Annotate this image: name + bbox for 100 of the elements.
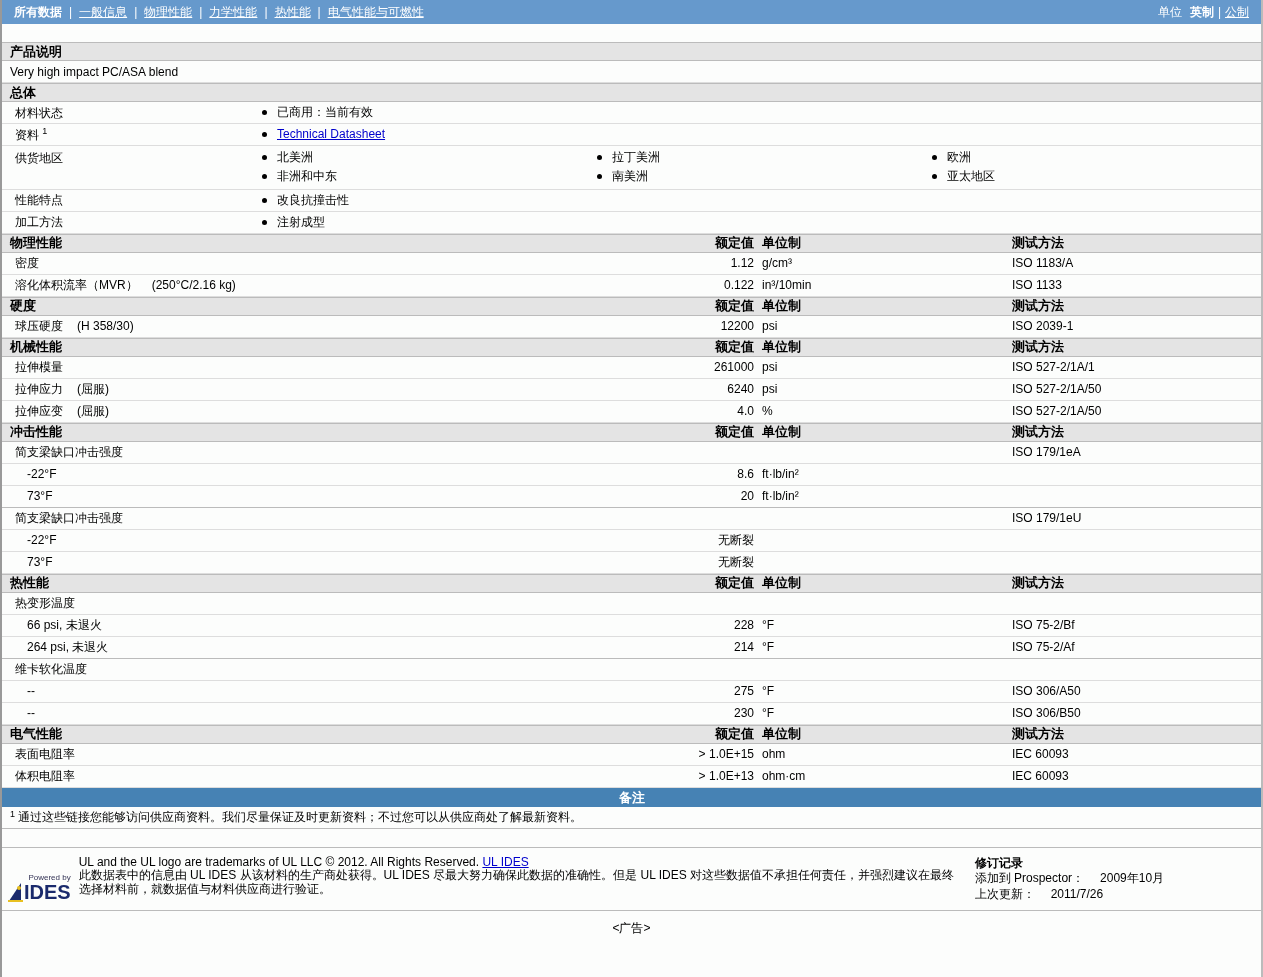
unit-text: °F (762, 640, 775, 655)
row-label: 加工方法 (15, 214, 63, 232)
property-value: 20 (740, 489, 754, 504)
column-header: 单位制 (762, 298, 801, 314)
separator: | (317, 4, 321, 21)
column-header: 测试方法 (1012, 298, 1064, 314)
separator: | (134, 4, 138, 21)
revision-date: 2011/7/26 (1050, 886, 1104, 903)
section-title: 硬度 (10, 297, 36, 316)
unit-option[interactable]: 英制 (1189, 3, 1214, 21)
property-name: 表面电阻率 (15, 746, 75, 764)
unit-option[interactable]: 公制 (1225, 3, 1249, 21)
nav-tab[interactable]: 物理性能 (144, 3, 193, 21)
bullet-icon (262, 197, 267, 203)
unit-text: °F (762, 706, 775, 721)
ad-label: <广告> (611, 920, 652, 938)
unit-text: psi (762, 360, 778, 375)
bullet-icon (262, 219, 267, 225)
logo-caption: Powered by (28, 874, 71, 883)
property-value: > 1.0E+13 (698, 769, 754, 784)
unit-text: ohm (762, 747, 786, 762)
property-value: 6240 (727, 382, 754, 397)
column-header: 测试方法 (1012, 575, 1064, 591)
section-title: 电气性能 (10, 725, 62, 744)
test-method: ISO 1183/A (1012, 256, 1074, 271)
nav-tab[interactable]: 热性能 (274, 3, 311, 21)
test-method: ISO 179/1eA (1012, 445, 1081, 460)
property-name: -22°F (27, 466, 57, 484)
property-value: 228 (733, 618, 754, 633)
list-item: 注射成型 (277, 213, 325, 231)
separator: | (69, 4, 73, 21)
property-name: 溶化体积流率（MVR） (15, 277, 138, 295)
bullet-icon (262, 154, 267, 160)
row-label: 材料状态 (15, 104, 63, 122)
property-name: 维卡软化温度 (15, 661, 87, 679)
column-header: 额定值 (715, 575, 754, 591)
column-header: 额定值 (715, 298, 754, 314)
property-name: 热变形温度 (15, 595, 75, 613)
property-value: 12200 (720, 319, 754, 334)
revision-label: 添加到 Prospector： (974, 871, 1085, 887)
property-name: -- (27, 705, 35, 723)
property-name: -22°F (27, 532, 57, 550)
column-header: 额定值 (715, 726, 754, 742)
property-name: 拉伸应力 (15, 381, 63, 399)
section-title: 热性能 (10, 574, 49, 593)
nav-tab[interactable]: 电气性能与可燃性 (327, 3, 424, 21)
property-name: -- (27, 683, 35, 701)
unit-text: in³/10min (762, 278, 812, 293)
test-method: ISO 179/1eU (1012, 511, 1082, 526)
units-label: 单位 (1157, 4, 1182, 21)
separator: | (264, 4, 268, 21)
test-method: IEC 60093 (1012, 747, 1069, 762)
property-name: 73°F (27, 554, 53, 572)
bullet-icon (262, 132, 267, 137)
column-header: 单位制 (762, 575, 801, 591)
column-header: 单位制 (762, 235, 801, 251)
column-header: 额定值 (715, 424, 754, 440)
property-value: 无断裂 (718, 533, 754, 548)
revision-label: 上次更新： (974, 886, 1035, 903)
column-header: 测试方法 (1012, 726, 1064, 742)
column-header: 测试方法 (1012, 235, 1064, 251)
property-name: 体积电阻率 (15, 768, 75, 786)
section-title: 物理性能 (10, 234, 62, 253)
property-name: 球压硬度 (15, 318, 63, 336)
property-name: 拉伸应变 (15, 403, 63, 421)
list-item: 非洲和中东 (277, 167, 337, 185)
test-condition: (250°C/2.16 kg) (151, 277, 236, 295)
column-header: 测试方法 (1012, 424, 1064, 440)
ides-link[interactable]: UL IDES (482, 854, 529, 869)
bullet-icon (262, 173, 267, 179)
test-condition: (H 358/30) (77, 318, 134, 336)
row-label: 供货地区 (15, 150, 63, 167)
test-method: ISO 1133 (1012, 278, 1062, 293)
section-title: 机械性能 (10, 338, 62, 357)
nav-tab[interactable]: 所有数据 (14, 3, 62, 21)
property-name: 66 psi, 未退火 (27, 617, 102, 635)
test-condition: (屈服) (77, 403, 109, 421)
property-value: 275 (733, 684, 754, 699)
revision-date: 2009年10月 (1100, 871, 1165, 887)
bullet-icon (932, 173, 937, 179)
property-value: 无断裂 (718, 555, 754, 570)
test-method: ISO 527-2/1A/50 (1012, 404, 1102, 419)
row-label: 性能特点 (15, 192, 63, 210)
property-name: 264 psi, 未退火 (27, 639, 109, 657)
datasheet-link[interactable]: Technical Datasheet (277, 126, 386, 143)
property-value: > 1.0E+15 (698, 747, 754, 762)
column-header: 单位制 (762, 339, 801, 355)
unit-text: psi (762, 382, 778, 397)
column-header: 单位制 (762, 726, 801, 742)
property-name: 73°F (27, 488, 53, 506)
section-title: 产品说明 (2, 42, 1261, 61)
bullet-icon (597, 173, 602, 179)
unit-text: ohm·cm (762, 769, 806, 784)
nav-tab[interactable]: 一般信息 (79, 3, 128, 21)
property-name: 简支梁缺口冲击强度 (15, 444, 123, 462)
nav-tab[interactable]: 力学性能 (209, 3, 258, 21)
row-label: 资料 $^{1}$ (15, 125, 48, 144)
trademark-text: UL and the UL logo are trademarks of UL LLC © 2012. All Rights Reserved. UL IDES (78, 855, 529, 870)
column-header: 测试方法 (1012, 339, 1064, 355)
list-item: 已商用：当前有效 (277, 104, 373, 121)
